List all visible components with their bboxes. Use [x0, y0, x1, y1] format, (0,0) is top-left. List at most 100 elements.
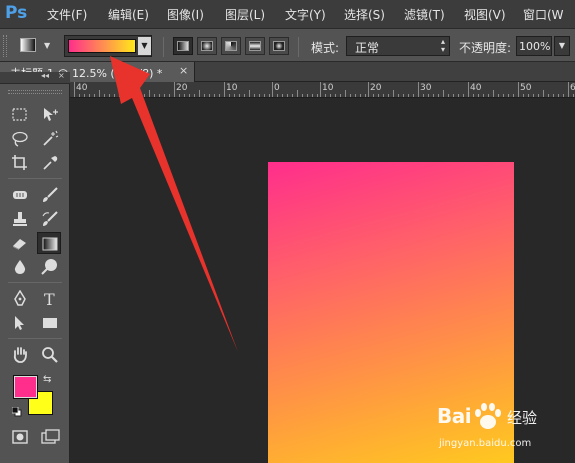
reflected-gradient-button[interactable] — [245, 37, 265, 55]
magic-wand-tool[interactable] — [38, 128, 62, 150]
close-icon[interactable]: × — [179, 64, 188, 77]
pen-tool[interactable] — [8, 288, 32, 310]
type-icon: T — [44, 290, 55, 308]
ruler-minor-tick — [573, 94, 574, 97]
ruler-major-tick — [468, 82, 469, 97]
swap-colors-icon[interactable]: ⇆ — [43, 374, 51, 385]
dodge-tool[interactable] — [38, 256, 62, 278]
toolbox-header[interactable]: ◂◂ × — [0, 71, 70, 84]
lasso-tool[interactable] — [8, 128, 32, 150]
baidu-paw-icon — [475, 403, 501, 429]
ruler-minor-tick — [259, 94, 260, 97]
default-colors-icon[interactable] — [11, 406, 22, 417]
path-selection-tool[interactable] — [8, 312, 32, 334]
ruler-minor-tick — [543, 90, 544, 97]
move-tool[interactable] — [38, 104, 62, 126]
ruler-minor-tick — [433, 94, 434, 97]
ruler-minor-tick — [443, 90, 444, 97]
brush-tool[interactable] — [38, 184, 62, 206]
ruler-label: 60 — [570, 83, 575, 93]
angle-gradient-button[interactable] — [221, 37, 241, 55]
watermark-url: jingyan.baidu.com — [439, 438, 532, 449]
collapse-icon[interactable]: ◂◂ — [41, 71, 49, 80]
menu-edit[interactable]: 编辑(E) — [108, 6, 149, 23]
hand-tool[interactable] — [8, 344, 32, 366]
clone-stamp-tool[interactable] — [8, 208, 32, 230]
gradient-picker[interactable]: ▼ — [64, 35, 152, 57]
menu-layer[interactable]: 图层(L) — [225, 6, 265, 23]
ruler-minor-tick — [498, 94, 499, 97]
linear-gradient-button[interactable] — [173, 37, 193, 55]
rectangle-shape-icon — [43, 318, 57, 328]
move-icon — [44, 108, 58, 121]
rectangle-shape-tool[interactable] — [38, 312, 62, 334]
ruler-minor-tick — [533, 94, 534, 97]
type-tool[interactable]: T — [38, 288, 62, 310]
tool-preset-picker[interactable]: ▼ — [14, 35, 58, 57]
mode-select[interactable]: 正常 ▴ ▾ — [346, 36, 450, 56]
hand-icon — [13, 347, 27, 363]
ruler-minor-tick — [528, 94, 529, 97]
ruler-minor-tick — [219, 94, 220, 97]
ruler-label: 50 — [520, 83, 532, 93]
menu-filter[interactable]: 滤镜(T) — [404, 6, 445, 23]
quick-mask-button[interactable] — [8, 426, 32, 448]
ruler-minor-tick — [144, 94, 145, 97]
menu-type[interactable]: 文字(Y) — [285, 6, 326, 23]
menu-select[interactable]: 选择(S) — [344, 6, 385, 23]
opacity-dropdown-button[interactable]: ▼ — [554, 36, 570, 56]
ruler-minor-tick — [292, 94, 293, 97]
horizontal-ruler[interactable]: 40 30 20 10 0 10 20 30 40 50 60 — [70, 82, 575, 98]
blur-tool[interactable] — [8, 256, 32, 278]
ruler-minor-tick — [119, 94, 120, 97]
ruler-minor-tick — [378, 94, 379, 97]
gradient-dropdown-button[interactable]: ▼ — [138, 37, 151, 55]
eraser-icon — [13, 239, 26, 250]
ruler-minor-tick — [335, 94, 336, 97]
divider — [8, 338, 62, 339]
screen-mode-button[interactable] — [38, 426, 62, 448]
ruler-minor-tick — [317, 94, 318, 97]
foreground-color-swatch[interactable] — [13, 375, 38, 399]
ruler-minor-tick — [423, 94, 424, 97]
gradient-tool[interactable] — [37, 232, 61, 254]
menu-file[interactable]: 文件(F) — [47, 6, 87, 23]
eyedropper-icon — [43, 156, 58, 170]
mode-label: 模式: — [311, 41, 340, 55]
ruler-minor-tick — [114, 94, 115, 97]
menu-view[interactable]: 视图(V) — [464, 6, 506, 23]
svg-text:T: T — [44, 290, 55, 308]
ruler-major-tick — [518, 82, 519, 97]
options-bar-grip[interactable] — [3, 35, 7, 57]
history-brush-tool[interactable] — [38, 208, 62, 230]
ruler-major-tick — [272, 82, 273, 97]
ruler-minor-tick — [139, 94, 140, 97]
ruler-minor-tick — [428, 94, 429, 97]
ruler-minor-tick — [249, 90, 250, 97]
watermark-brand: Bai — [437, 404, 472, 428]
opacity-input[interactable]: 100% — [516, 36, 552, 56]
radial-gradient-button[interactable] — [197, 37, 217, 55]
ruler-minor-tick — [330, 94, 331, 97]
ruler-major-tick — [568, 82, 569, 97]
ruler-minor-tick — [307, 94, 308, 97]
crop-tool[interactable] — [8, 152, 32, 174]
eyedropper-tool[interactable] — [38, 152, 62, 174]
ruler-minor-tick — [365, 94, 366, 97]
rectangular-marquee-tool[interactable] — [8, 104, 32, 126]
menu-window[interactable]: 窗口(W — [523, 6, 564, 23]
close-icon[interactable]: × — [58, 71, 65, 80]
zoom-tool[interactable] — [38, 344, 62, 366]
eraser-tool[interactable] — [8, 232, 32, 254]
ruler-minor-tick — [448, 94, 449, 97]
spot-healing-tool[interactable] — [8, 184, 32, 206]
diamond-gradient-button[interactable] — [269, 37, 289, 55]
toolbox-grip[interactable] — [8, 90, 62, 94]
ruler-major-tick — [174, 82, 175, 97]
gradient-swatch[interactable] — [68, 39, 136, 53]
ruler-major-tick — [74, 82, 75, 97]
annotation-arrow-shape — [110, 56, 238, 352]
ruler-minor-tick — [513, 94, 514, 97]
menu-image[interactable]: 图像(I) — [167, 6, 204, 23]
crop-icon — [12, 155, 27, 170]
